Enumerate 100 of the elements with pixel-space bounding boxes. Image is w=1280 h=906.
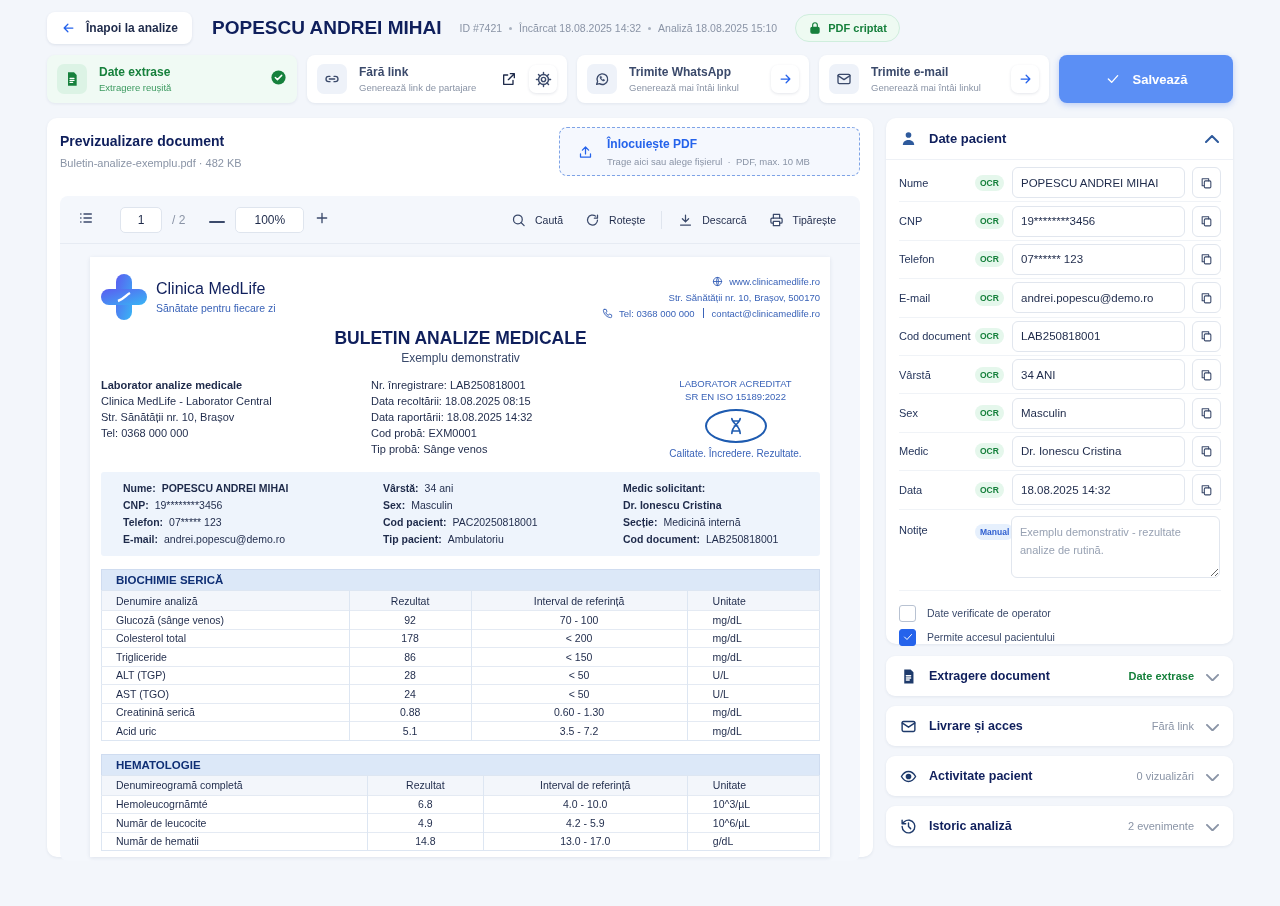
chat-bubble-icon bbox=[594, 71, 610, 87]
section-header[interactable]: Livrare și acces Fără link bbox=[886, 706, 1233, 746]
copy-button[interactable] bbox=[1192, 474, 1221, 506]
section-header[interactable]: Istoric analiză 2 evenimente bbox=[886, 806, 1233, 846]
action-title: Trimite e-mail bbox=[871, 65, 950, 79]
dna-badge-icon bbox=[704, 409, 767, 443]
section-header[interactable]: Activitate pacient 0 vizualizări bbox=[886, 756, 1233, 796]
upload-dropzone[interactable]: Înlocuiește PDF Trage aici sau alege fișierul · PDF, max. 10 MB bbox=[559, 127, 860, 176]
column-header: Denumireogramă completă bbox=[101, 775, 368, 795]
source-badge: OCR bbox=[975, 481, 1004, 498]
table-cell: < 50 bbox=[471, 666, 688, 685]
document-title: BULETIN ANALIZE MEDICALE bbox=[333, 328, 588, 349]
upload-title: Înlocuiește PDF bbox=[607, 136, 699, 151]
clinic-logo-icon bbox=[101, 273, 147, 320]
copy-icon bbox=[1200, 213, 1213, 230]
address-text: Str. Sănătății nr. 10, Brașov, 500170 bbox=[667, 291, 820, 305]
panel-title: Date pacient bbox=[929, 131, 1008, 146]
copy-button[interactable] bbox=[1192, 397, 1221, 429]
chevron-down-icon bbox=[1206, 823, 1219, 831]
table-cell: < 150 bbox=[471, 647, 688, 666]
text-field[interactable]: 18.08.2025 14:32 bbox=[1012, 474, 1185, 506]
rotate-button[interactable]: Rotește bbox=[579, 211, 652, 228]
table-cell: < 200 bbox=[471, 629, 688, 648]
field-value: LAB250818001 bbox=[706, 533, 779, 545]
copy-button[interactable] bbox=[1192, 359, 1221, 391]
upload-hint: Trage aici sau alege fișierul · PDF, max. 10 MB bbox=[607, 155, 810, 167]
text-field[interactable]: LAB250818001 bbox=[1012, 320, 1185, 352]
settings-button[interactable] bbox=[529, 65, 557, 93]
text-field[interactable]: 19********3456 bbox=[1012, 205, 1185, 237]
send-button[interactable] bbox=[771, 65, 799, 93]
action-card[interactable]: Fără link Generează link de partajare bbox=[307, 55, 567, 103]
section-status: Fără link bbox=[1151, 720, 1194, 732]
table-cell: 4.2 - 5.9 bbox=[483, 813, 688, 832]
table-cell: 13.0 - 17.0 bbox=[483, 832, 688, 851]
field-label: Telefon: bbox=[123, 516, 164, 528]
table-cell: 5.1 bbox=[349, 721, 472, 740]
source-badge: OCR bbox=[975, 289, 1004, 306]
source-badge: OCR bbox=[975, 213, 1004, 230]
action-card[interactable]: Trimite WhatsApp Generează mai întâi linkul bbox=[577, 55, 809, 103]
field-value: 07***** 123 bbox=[169, 516, 222, 528]
info-value: LAB250818001 bbox=[449, 379, 526, 391]
send-button[interactable] bbox=[1011, 65, 1039, 93]
field-label: Cod document bbox=[899, 330, 972, 343]
section-title: Istoric analiză bbox=[929, 819, 1013, 833]
text-field[interactable]: POPESCU ANDREI MIHAI bbox=[1012, 167, 1185, 199]
copy-button[interactable] bbox=[1192, 243, 1221, 275]
field-label: Vârstă: bbox=[383, 482, 419, 494]
section-title: Extragere document bbox=[929, 669, 1051, 683]
back-button[interactable]: Înapoi la analize bbox=[47, 12, 193, 44]
table-cell: mg/dL bbox=[687, 703, 820, 722]
action-title: Date extrase bbox=[99, 65, 172, 79]
history-icon bbox=[900, 817, 917, 835]
copy-button[interactable] bbox=[1192, 282, 1221, 314]
notes-field[interactable]: Exemplu demonstrativ - rezultate analize de rutină. bbox=[1011, 515, 1220, 578]
field-label: Vârstă bbox=[899, 368, 932, 381]
field-value: Ambulatoriu bbox=[447, 533, 504, 545]
text-field[interactable]: andrei.popescu@demo.ro bbox=[1012, 282, 1185, 314]
zoom-input[interactable]: 100% bbox=[235, 206, 305, 233]
copy-button[interactable] bbox=[1192, 205, 1221, 237]
checkbox[interactable] bbox=[899, 628, 916, 646]
encrypted-badge: PDF criptat bbox=[795, 14, 900, 42]
table-cell: Hemoleucogrnămté bbox=[101, 795, 368, 814]
copy-button[interactable] bbox=[1192, 435, 1221, 467]
text-field[interactable]: Masculin bbox=[1012, 397, 1185, 429]
copy-button[interactable] bbox=[1192, 320, 1221, 352]
text-field[interactable]: 07****** 123 bbox=[1012, 243, 1185, 275]
action-subtitle: Extragere reușită bbox=[99, 82, 173, 93]
table-cell: mg/dL bbox=[687, 647, 820, 666]
lab-text: Laborator analize medicale bbox=[101, 378, 244, 393]
upload-icon bbox=[578, 143, 593, 160]
panel-title: Previzualizare document bbox=[60, 133, 226, 149]
field-label: Nume: bbox=[123, 482, 156, 494]
page-input[interactable]: 1 bbox=[120, 206, 162, 233]
text-field[interactable]: Dr. Ionescu Cristina bbox=[1012, 435, 1185, 467]
rotate-icon bbox=[585, 211, 601, 228]
table-cell: 4.9 bbox=[367, 813, 484, 832]
chevron-down-icon bbox=[1206, 773, 1219, 781]
copy-button[interactable] bbox=[1192, 167, 1221, 199]
field-value: Dr. Ionescu Cristina bbox=[623, 499, 722, 511]
section-header[interactable]: Extragere document Date extrase bbox=[886, 656, 1233, 696]
section-status: 2 evenimente bbox=[1127, 820, 1194, 832]
field-label: Secție: bbox=[623, 516, 658, 528]
external-link-icon bbox=[501, 71, 517, 87]
field-label: Medic bbox=[899, 445, 930, 458]
copy-icon bbox=[1200, 251, 1213, 268]
action-card[interactable]: Date extrase Extragere reușită bbox=[47, 55, 297, 103]
table-cell: 86 bbox=[349, 647, 472, 666]
field-label: Nume bbox=[899, 176, 930, 189]
copy-icon bbox=[1200, 405, 1213, 422]
search-button[interactable]: Caută bbox=[505, 211, 570, 228]
action-card[interactable]: Trimite e-mail Generează mai întâi linkul bbox=[819, 55, 1049, 103]
print-button[interactable]: Tipărește bbox=[762, 211, 842, 228]
field-label: Medic solicitant: bbox=[623, 482, 706, 494]
field-label: E-mail bbox=[899, 291, 932, 304]
checkbox[interactable] bbox=[899, 604, 916, 622]
table-cell: 92 bbox=[349, 610, 472, 629]
text-field[interactable]: 34 ANI bbox=[1012, 359, 1185, 391]
file-name: Buletin-analize-exemplu.pdf · 482 KB bbox=[60, 157, 242, 169]
download-button[interactable]: Descarcă bbox=[672, 211, 753, 228]
checkbox-label: Permite accesul pacientului bbox=[927, 631, 1055, 643]
